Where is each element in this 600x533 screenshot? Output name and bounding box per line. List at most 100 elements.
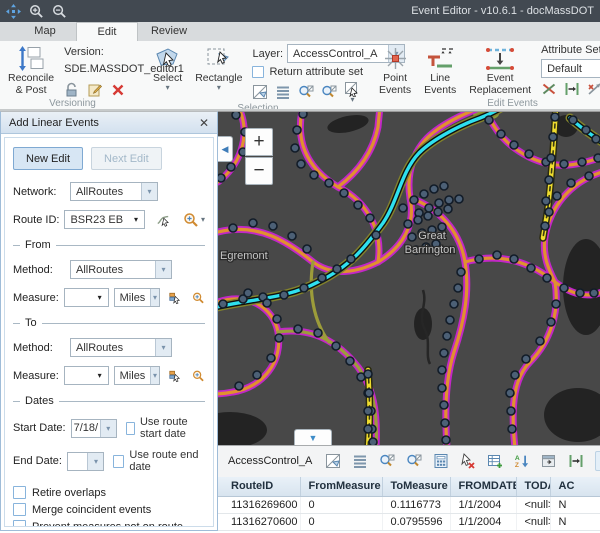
option-checkbox[interactable] xyxy=(13,520,26,527)
to-method-dropdown[interactable]: AllRoutes ▾ xyxy=(70,338,172,357)
use-route-end-checkbox[interactable] xyxy=(113,455,124,468)
close-icon[interactable]: ✕ xyxy=(199,116,209,130)
reconcile-post-button[interactable]: Reconcile & Post xyxy=(5,44,57,98)
merge-events-icon[interactable] xyxy=(564,81,580,97)
rectangle-select-button[interactable]: Rectangle ▾ xyxy=(192,44,245,92)
from-method-dropdown[interactable]: AllRoutes ▾ xyxy=(70,260,172,279)
point-events-button[interactable]: Point Events xyxy=(376,44,414,98)
column-header[interactable]: RouteID xyxy=(218,477,300,497)
map-canvas: Egremont Great Barrington xyxy=(218,112,600,445)
table-row[interactable]: 1131627060000.07955961/1/2004<null>N xyxy=(218,514,600,531)
from-measure-caret[interactable]: ▾ xyxy=(92,289,108,306)
start-date-caret[interactable]: ▾ xyxy=(100,420,116,437)
table-layer-name: AccessControl_A xyxy=(228,455,312,467)
column-header[interactable]: FROMDATE xyxy=(450,477,516,497)
layer-label: Layer: xyxy=(252,48,283,60)
clear-selected-icon[interactable] xyxy=(460,453,476,469)
table-cell: <null> xyxy=(516,497,550,514)
option-row: Merge coincident events xyxy=(13,503,205,516)
end-date-dropdown[interactable]: ▾ xyxy=(67,452,105,471)
edit-version-icon[interactable] xyxy=(87,82,103,98)
to-measure-on-map-icon[interactable] xyxy=(169,368,182,384)
split-event-icon[interactable] xyxy=(541,81,557,97)
merge-selected-icon[interactable] xyxy=(568,453,584,469)
tab-map[interactable]: Map xyxy=(14,22,76,41)
from-method-label: Method: xyxy=(13,264,65,276)
from-measure-on-map-icon[interactable] xyxy=(169,290,182,306)
to-units-dropdown[interactable]: Miles ▾ xyxy=(114,366,160,385)
sort-icon[interactable]: A Z xyxy=(514,453,530,469)
selection-list-icon[interactable] xyxy=(352,453,368,469)
zoom-out-icon[interactable] xyxy=(52,4,67,19)
table-cell: 0 xyxy=(300,514,382,531)
map-view[interactable]: Egremont Great Barrington ◀ + − ▼ xyxy=(218,111,600,445)
to-zoom-icon[interactable] xyxy=(192,368,205,384)
from-method-caret[interactable]: ▾ xyxy=(155,261,171,278)
select-features-icon[interactable] xyxy=(325,453,341,469)
route-zoom-icon[interactable] xyxy=(183,212,199,228)
pan-icon[interactable] xyxy=(6,4,21,19)
rectangle-dropdown-caret[interactable]: ▾ xyxy=(217,85,221,91)
delete-version-icon[interactable] xyxy=(110,82,126,98)
route-id-caret[interactable]: ▾ xyxy=(128,211,144,228)
table-row[interactable]: 1131626960000.11167731/1/2004<null>N xyxy=(218,497,600,514)
field-calculator-icon[interactable] xyxy=(433,453,449,469)
next-edit-button[interactable]: Next Edit xyxy=(91,147,162,170)
map-zoom-out-button[interactable]: − xyxy=(245,157,273,185)
column-header[interactable]: FromMeasure xyxy=(300,477,382,497)
clipped-toolbar-button[interactable]: S xyxy=(595,451,600,471)
collapse-panel-left-button[interactable]: ◀ xyxy=(218,136,233,162)
to-measure-caret[interactable]: ▾ xyxy=(92,367,108,384)
select-dropdown-caret[interactable]: ▾ xyxy=(166,85,170,91)
use-route-start-checkbox[interactable] xyxy=(126,422,135,435)
select-route-icon[interactable] xyxy=(156,212,170,228)
select-features-icon[interactable] xyxy=(252,84,268,100)
table-cell: 0 xyxy=(300,497,382,514)
pan-to-selection-icon[interactable] xyxy=(406,453,422,469)
to-measure-combobox[interactable]: ▾ xyxy=(64,366,109,385)
unlock-version-icon[interactable] xyxy=(64,82,80,98)
from-measure-combobox[interactable]: ▾ xyxy=(64,288,109,307)
select-button[interactable]: Select ▾ xyxy=(150,44,185,92)
attribute-set-dropdown[interactable]: Default ▾ xyxy=(541,59,600,78)
reassign-event-icon[interactable] xyxy=(587,81,600,97)
table-cell: 11316270600 xyxy=(218,514,300,531)
attribute-set-window-icon[interactable] xyxy=(541,453,557,469)
panel-title: Add Linear Events xyxy=(9,117,99,129)
option-checkbox[interactable] xyxy=(13,486,26,499)
to-units-caret[interactable]: ▾ xyxy=(150,367,158,384)
pan-to-selection-icon[interactable] xyxy=(321,84,337,100)
table-cell: 1/1/2004 xyxy=(450,497,516,514)
column-header[interactable]: ToMeasure xyxy=(382,477,450,497)
ribbon: Reconcile & Post Version: SDE.MASSDOT_ed… xyxy=(0,41,600,111)
event-editor-window: Event Editor - v10.6.1 - docMassDOT Map … xyxy=(0,0,600,533)
zoom-in-icon[interactable] xyxy=(29,4,44,19)
end-date-caret[interactable]: ▾ xyxy=(87,453,103,470)
return-attribute-set-checkbox[interactable] xyxy=(252,66,264,78)
collapse-table-button[interactable]: ▼ xyxy=(294,429,332,445)
network-caret[interactable]: ▾ xyxy=(141,183,157,200)
new-edit-button[interactable]: New Edit xyxy=(13,147,83,170)
group-versioning: Reconcile & Post Version: SDE.MASSDOT_ed… xyxy=(0,41,145,109)
start-date-dropdown[interactable]: 7/18/ ▾ xyxy=(71,419,117,438)
network-dropdown[interactable]: AllRoutes ▾ xyxy=(70,182,158,201)
route-id-combobox[interactable]: BSR23 EB ▾ xyxy=(64,210,145,229)
event-replacement-button[interactable]: Event Replacement xyxy=(466,44,534,98)
ribbon-tabs: Map Edit Review xyxy=(0,22,600,41)
column-header[interactable]: AC xyxy=(550,477,600,497)
route-zoom-caret[interactable]: ▾ xyxy=(201,217,205,223)
to-method-caret[interactable]: ▾ xyxy=(155,339,171,356)
selection-list-icon[interactable] xyxy=(275,84,291,100)
zoom-to-selection-icon[interactable] xyxy=(379,453,395,469)
add-record-icon[interactable] xyxy=(487,453,503,469)
from-units-dropdown[interactable]: Miles ▾ xyxy=(114,288,160,307)
from-units-caret[interactable]: ▾ xyxy=(150,289,158,306)
tab-edit[interactable]: Edit xyxy=(76,22,138,41)
tab-review[interactable]: Review xyxy=(138,22,200,41)
zoom-to-selection-icon[interactable] xyxy=(298,84,314,100)
option-checkbox[interactable] xyxy=(13,503,26,516)
column-header[interactable]: TODATE xyxy=(516,477,550,497)
map-zoom-in-button[interactable]: + xyxy=(245,128,273,156)
line-events-button[interactable]: Line Events xyxy=(421,44,459,98)
from-zoom-icon[interactable] xyxy=(192,290,205,306)
